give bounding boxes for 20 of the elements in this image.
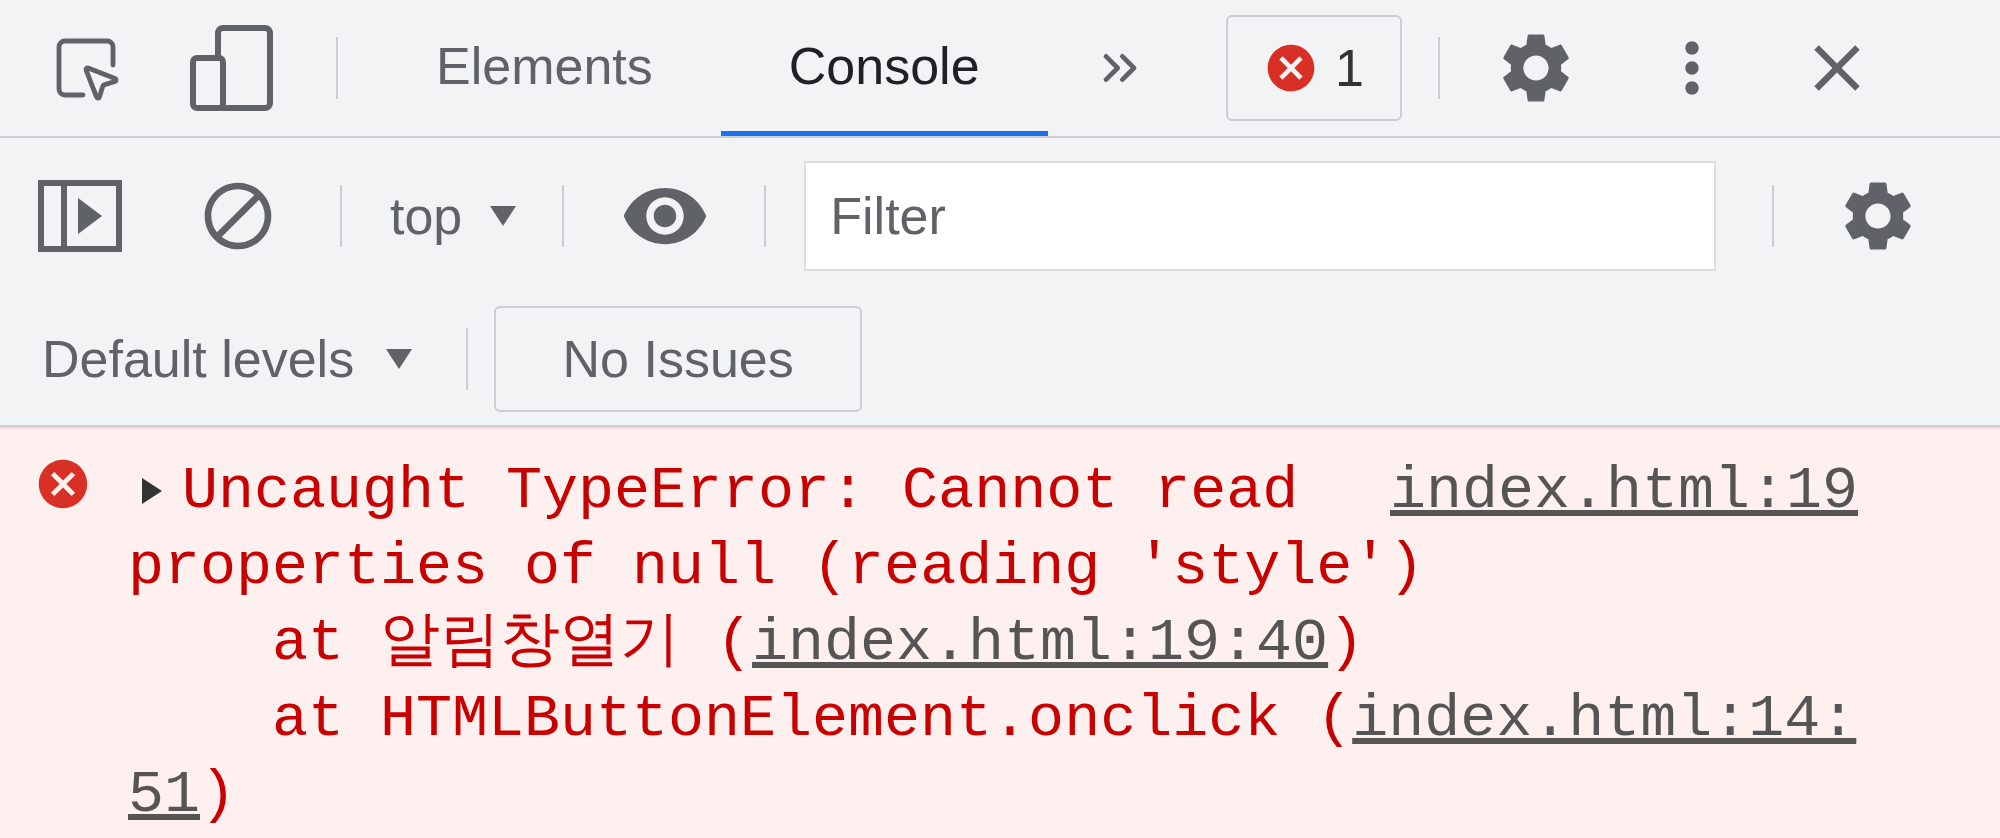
panel-tab[interactable]: Elements — [368, 0, 721, 136]
device-icon[interactable] — [190, 25, 274, 111]
stack-frame: at 알림창열기 ( — [272, 609, 753, 677]
source-link[interactable]: 51 — [128, 761, 200, 829]
source-link[interactable]: index.html:14: — [1352, 685, 1857, 753]
error-count-button[interactable]: 1 — [1225, 15, 1402, 121]
filter-field[interactable]: Filter — [804, 160, 1717, 271]
sidebar-icon[interactable] — [38, 179, 122, 252]
context-dropdown[interactable]: top — [390, 176, 519, 255]
source-link[interactable]: index.html:19:40 — [752, 609, 1329, 677]
stack-frame: at HTMLButtonElement.onclick ( — [272, 685, 1353, 753]
levels-dropdown[interactable]: Default levels — [42, 320, 415, 398]
issues-button[interactable]: No Issues — [494, 306, 863, 412]
stack-frame: ) — [1328, 609, 1365, 677]
error-message: Uncaught TypeError: Cannot read — [182, 456, 1299, 527]
error-message: properties of null (reading 'style') — [128, 533, 1425, 601]
stack-frame: ) — [200, 761, 237, 829]
caret-icon — [488, 203, 519, 228]
source-link[interactable]: index.html:19 — [1390, 453, 1859, 529]
caret-icon — [384, 347, 415, 371]
